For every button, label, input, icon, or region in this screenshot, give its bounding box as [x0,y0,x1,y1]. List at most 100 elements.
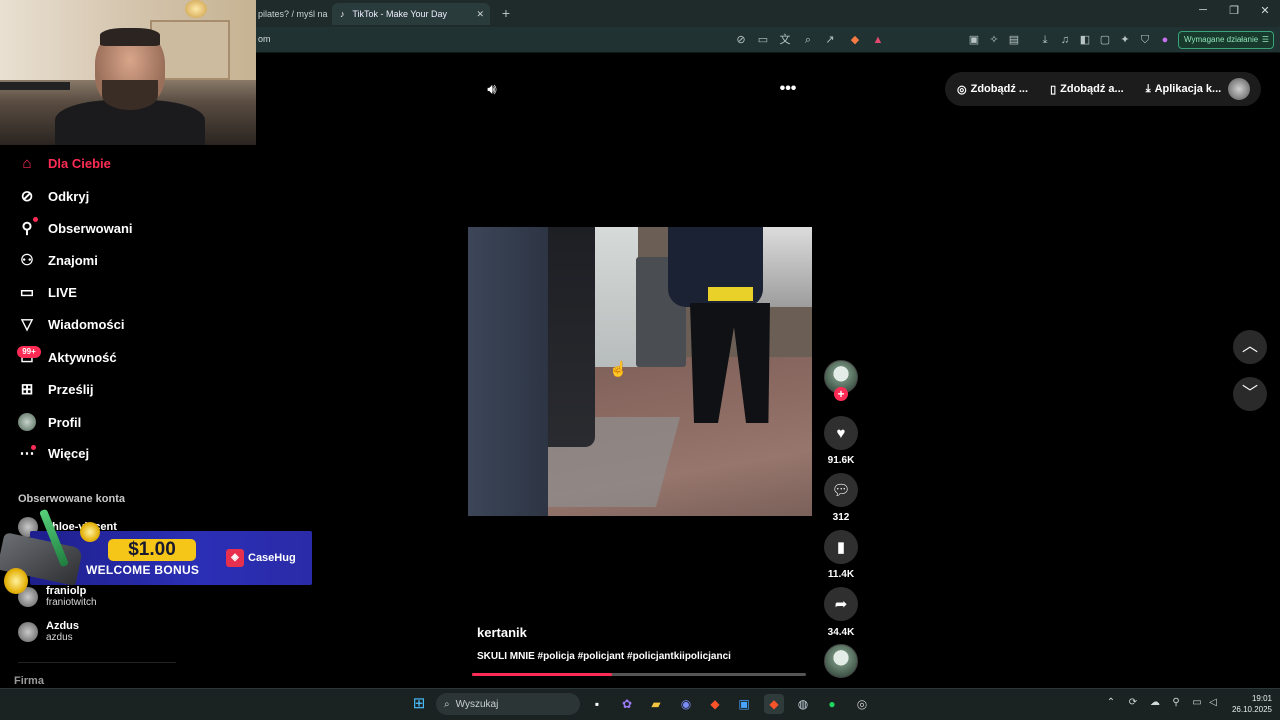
user-avatar[interactable] [1228,78,1250,100]
get-coins-button[interactable]: ◎ Zdobądź ... [957,83,1028,96]
footer-company-link[interactable]: Firma [14,675,44,687]
comment-button[interactable]: 💬︎ [824,473,858,507]
next-video-button[interactable]: ﹀ [1233,377,1267,411]
file-explorer-icon[interactable]: ▰ [646,694,666,714]
tray-cloud-icon[interactable]: ☁ [1148,697,1162,708]
url-text[interactable]: om [258,34,271,44]
desktop-app-button[interactable]: ⤓ Aplikacja k... [1146,83,1222,96]
music-disc[interactable] [824,644,858,678]
account-handle: franiotwitch [46,597,97,608]
sidebar-item-friends[interactable]: ⚇ Znajomi [18,248,238,272]
sidebar-item-upload[interactable]: ⊞ Prześlij [18,377,238,401]
friends-icon: ⚇ [20,252,34,269]
sidebar-item-label: Obserwowani [48,220,133,236]
brave-active-icon[interactable]: ◆ [764,694,784,714]
taskbar-clock[interactable]: 19:01 26.10.2025 [1226,693,1272,715]
wallet-icon[interactable]: ▢ [1097,32,1113,48]
download-icon[interactable]: ⤓ [1037,32,1053,48]
activity-badge: 99+ [17,346,41,358]
sidebar-toggle-icon[interactable]: ▤ [1006,32,1022,48]
split-view-icon[interactable]: ◧ [1077,32,1093,48]
task-view-icon[interactable]: ▪ [587,694,607,714]
tray-sync-icon[interactable]: ⟳ [1126,697,1140,708]
chevron-down-icon: ﹀ [1241,385,1258,402]
cursor-hand-icon: ☝ [609,361,628,378]
translate-icon[interactable]: 文 [777,32,793,48]
sidebar-item-live[interactable]: ▭ LIVE [18,280,238,304]
vpn-icon[interactable]: ⛉ [1137,32,1153,48]
share-button[interactable]: ➦ [824,587,858,621]
brave-rewards-icon[interactable]: ▲ [870,32,886,48]
music-icon[interactable]: ♫ [1057,32,1073,48]
get-app-button[interactable]: ▯ Zdobądź a... [1050,83,1124,96]
save-count: 11.4K [827,569,855,580]
webcam-overlay [0,0,256,145]
zoom-icon[interactable]: ⌕ [800,32,816,48]
brave-shield-icon[interactable]: ◆ [847,32,863,48]
account-handle: azdus [46,632,73,643]
like-count: 91.6K [827,455,855,466]
spotify-icon[interactable]: ● [822,694,842,714]
video-author[interactable]: kertanik [477,625,527,640]
previous-video-button[interactable]: ︿ [1233,330,1267,364]
sidebar-item-label: Dla Ciebie [48,155,111,171]
tray-chevron-icon[interactable]: ⌃ [1104,697,1118,708]
profile-icon[interactable]: ● [1157,32,1173,48]
restore-icon[interactable]: ❐ [1224,4,1244,17]
sidebar-item-activity[interactable]: ☐Aktywność [18,345,238,369]
leo-ai-icon[interactable]: ✦ [1117,32,1133,48]
top-action-label: Aplikacja k... [1154,83,1222,95]
sidebar-item-messages[interactable]: ▽ Wiadomości [18,312,238,336]
obs-icon[interactable]: ◎ [852,694,872,714]
sidebar-item-following[interactable]: ⚲ Obserwowani [18,216,238,240]
sidebar-item-label: Aktywność [48,349,117,365]
video-caption: SKULI MNIE #policja #policjant #policjan… [477,651,731,662]
messages-icon: ▽ [21,316,33,333]
brave-icon[interactable]: ◆ [705,694,725,714]
share-count: 34.4K [827,627,855,638]
followed-account[interactable]: Azdus azdus [18,620,79,643]
sidebar-item-profile[interactable]: Profil [18,410,238,434]
sound-icon[interactable]: 🔊︎ [482,80,502,100]
follow-plus-icon[interactable]: + [834,387,848,401]
top-action-label: Zdobądź ... [970,83,1029,95]
followed-account[interactable]: franiolp franiotwitch [18,585,97,608]
sidebar-item-more[interactable]: ⋯ Więcej [18,441,238,465]
browser-tab-active[interactable]: ♪ TikTok - Make Your Day ✕ [332,3,490,25]
comment-icon: 💬︎ [831,482,851,499]
extension-icon[interactable]: ▣ [966,32,982,48]
taskbar-search[interactable]: ⌕ Wyszukaj [436,693,580,715]
heart-icon: ♥ [836,424,846,442]
profile-avatar [18,413,36,431]
share-icon[interactable]: ↗ [822,32,838,48]
browser-tab[interactable]: pilates? / myśl na [250,3,330,25]
close-tab-icon[interactable]: ✕ [476,3,484,25]
tracking-off-icon[interactable]: ⊘ [733,32,749,48]
puzzle-icon[interactable]: ✧ [986,32,1002,48]
minimize-icon[interactable]: ─ [1193,4,1213,16]
close-window-icon[interactable]: ✕ [1255,4,1275,17]
sidebar-item-explore[interactable]: ⊘ Odkryj [18,184,238,208]
video-player[interactable] [468,227,812,516]
tray-volume-icon[interactable]: ◁ [1206,697,1220,708]
save-button[interactable]: ▮ [824,530,858,564]
new-tab-icon[interactable]: + [498,5,514,21]
tray-network-icon[interactable]: ▭ [1190,697,1204,708]
steam-icon[interactable]: ◍ [793,694,813,714]
live-icon: ▭ [19,284,35,301]
store-icon[interactable]: ▣ [734,694,754,714]
more-options-icon[interactable]: ••• [778,80,798,100]
tab-label: pilates? / myśl na [258,9,328,19]
cast-icon[interactable]: ▭ [755,32,771,48]
windows-start-icon[interactable]: ⊞ [409,694,429,714]
tray-mic-icon[interactable]: ⚲ [1169,697,1183,708]
streamer-beard [102,80,158,110]
copilot-icon[interactable]: ✿ [617,694,637,714]
sidebar-item-label: Odkryj [48,188,90,204]
discord-icon[interactable]: ◉ [676,694,696,714]
sidebar-item-for-you[interactable]: ⌂ Dla Ciebie [18,151,238,175]
required-action-button[interactable]: Wymagane działanie ☰ [1178,31,1274,49]
streamer-hair [100,28,160,46]
tiktok-tab-icon: ♪ [340,9,345,19]
like-button[interactable]: ♥ [824,416,858,450]
